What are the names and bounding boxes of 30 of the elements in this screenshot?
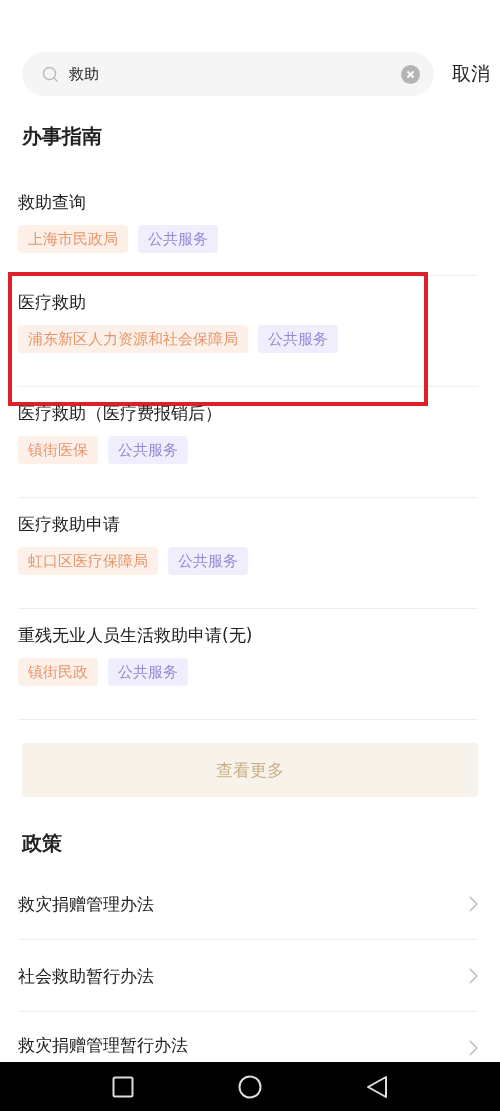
policy-title[interactable]: 救灾捐赠管理暂行办法 bbox=[18, 1034, 188, 1056]
guide-title[interactable]: 医疗救助（医疗费报销后） bbox=[18, 401, 222, 425]
guide-title[interactable]: 救助查询 bbox=[18, 190, 86, 214]
department-tag: 镇街民政 bbox=[18, 658, 98, 686]
chevron-icon bbox=[469, 895, 478, 912]
search-field[interactable]: 救助 bbox=[22, 52, 434, 96]
recent-apps-icon[interactable] bbox=[112, 1075, 134, 1098]
guide-title[interactable]: 重残无业人员生活救助申请(无) bbox=[18, 623, 253, 647]
category-tag: 公共服务 bbox=[108, 658, 188, 686]
search-input[interactable]: 救助 bbox=[69, 65, 391, 83]
guide-title[interactable]: 医疗救助申请 bbox=[18, 512, 120, 536]
guide-title[interactable]: 医疗救助 bbox=[18, 290, 86, 314]
policy-title[interactable]: 救灾捐赠管理办法 bbox=[18, 892, 154, 915]
section-heading: 办事指南 bbox=[21, 123, 103, 150]
department-tag: 镇街医保 bbox=[18, 436, 98, 464]
department-tag: 虹口区医疗保障局 bbox=[18, 547, 158, 575]
category-tag: 公共服务 bbox=[168, 547, 248, 575]
category-tag: 公共服务 bbox=[108, 436, 188, 464]
search-icon bbox=[42, 65, 59, 83]
policy-title[interactable]: 社会救助暂行办法 bbox=[18, 964, 154, 987]
back-icon[interactable] bbox=[366, 1074, 388, 1099]
department-tag: 浦东新区人力资源和社会保障局 bbox=[18, 325, 248, 353]
section-heading: 政策 bbox=[21, 830, 63, 857]
category-tag: 公共服务 bbox=[258, 325, 338, 353]
department-tag: 上海市民政局 bbox=[18, 225, 128, 253]
home-icon[interactable] bbox=[238, 1074, 262, 1099]
cancel-button[interactable]: 取消 bbox=[452, 61, 490, 87]
chevron-icon bbox=[469, 1040, 478, 1056]
chevron-icon bbox=[469, 967, 478, 984]
category-tag: 公共服务 bbox=[138, 225, 218, 253]
